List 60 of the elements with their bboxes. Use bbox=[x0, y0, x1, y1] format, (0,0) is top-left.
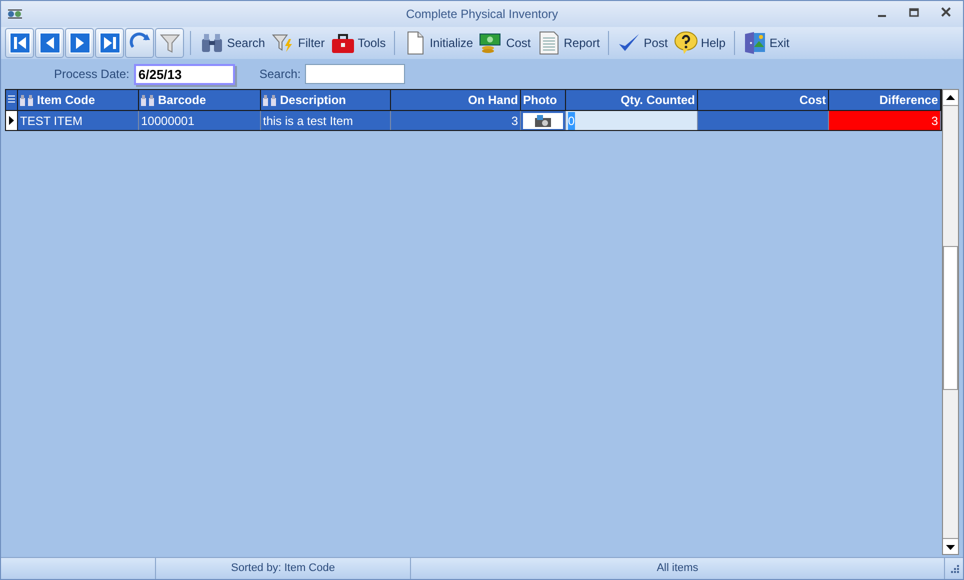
toolbar-button[interactable]: Filter bbox=[268, 29, 328, 57]
toolbar-button[interactable]: Initialize bbox=[400, 29, 476, 57]
column-header[interactable]: Photo bbox=[521, 90, 566, 110]
nav-button[interactable] bbox=[35, 28, 64, 58]
scroll-up-icon[interactable] bbox=[943, 90, 958, 106]
nav-button[interactable] bbox=[65, 28, 94, 58]
toolbar-button[interactable]: Cost bbox=[476, 29, 534, 57]
photo-button[interactable] bbox=[523, 112, 563, 128]
previous-record-icon bbox=[38, 31, 62, 55]
column-header[interactable]: Barcode bbox=[139, 90, 261, 110]
process-date-label: Process Date: bbox=[54, 66, 130, 83]
table-cell: 3 bbox=[829, 111, 941, 130]
row-selector-icon[interactable] bbox=[8, 95, 15, 105]
search-label: Search: bbox=[259, 66, 301, 83]
toolbar-button[interactable]: Report bbox=[534, 29, 603, 57]
toolbar-button[interactable]: Exit bbox=[740, 29, 793, 57]
column-header[interactable]: Difference bbox=[829, 90, 941, 110]
nav-button[interactable] bbox=[125, 28, 154, 58]
first-record-icon bbox=[8, 31, 32, 55]
column-header[interactable]: Qty. Counted bbox=[566, 90, 698, 110]
toolbar-button[interactable]: Help bbox=[670, 29, 728, 57]
binoculars-icon bbox=[200, 31, 224, 55]
status-text: Sorted by: Item Code bbox=[156, 558, 411, 579]
camera-icon bbox=[535, 114, 551, 126]
toolbar-button[interactable]: Post bbox=[614, 29, 671, 57]
table-cell: this is a test Item bbox=[261, 111, 391, 130]
column-header[interactable]: Cost bbox=[698, 90, 829, 110]
resize-grip-icon[interactable] bbox=[948, 564, 960, 576]
question-bubble-icon bbox=[674, 31, 698, 55]
window-title: Complete Physical Inventory bbox=[406, 6, 558, 23]
toolbar-button[interactable]: Search bbox=[197, 29, 268, 57]
binoculars-icon bbox=[141, 94, 154, 106]
table-row[interactable]: TEST ITEM 10000001 this is a test Item 3 0 3 bbox=[5, 111, 942, 131]
column-header[interactable]: On Hand bbox=[391, 90, 521, 110]
last-record-icon bbox=[98, 31, 122, 55]
app-icon bbox=[7, 8, 23, 20]
report-icon bbox=[536, 31, 561, 55]
binoculars-icon bbox=[20, 94, 33, 106]
toolbox-icon bbox=[330, 31, 355, 55]
table-cell: 3 bbox=[391, 111, 521, 130]
close-icon[interactable] bbox=[939, 5, 953, 19]
table-cell: 10000001 bbox=[139, 111, 261, 130]
status-text: All items bbox=[411, 558, 945, 579]
binoculars-icon bbox=[263, 94, 276, 106]
toolbar-button[interactable]: Tools bbox=[328, 29, 389, 57]
door-icon bbox=[742, 31, 766, 55]
nav-button[interactable] bbox=[95, 28, 124, 58]
process-date-field[interactable]: 6/25/13 bbox=[134, 64, 236, 84]
nav-button[interactable] bbox=[155, 28, 184, 58]
next-record-icon bbox=[68, 31, 92, 55]
column-header[interactable]: Description bbox=[261, 90, 391, 110]
current-row-icon bbox=[9, 116, 14, 125]
nav-button[interactable] bbox=[5, 28, 34, 58]
money-icon bbox=[479, 31, 504, 55]
scroll-thumb[interactable] bbox=[943, 246, 958, 390]
table-cell: TEST ITEM bbox=[18, 111, 139, 130]
column-header[interactable]: Item Code bbox=[18, 90, 139, 110]
scrollbar[interactable] bbox=[942, 89, 959, 555]
scroll-down-icon[interactable] bbox=[943, 538, 958, 554]
search-field[interactable] bbox=[304, 64, 405, 84]
